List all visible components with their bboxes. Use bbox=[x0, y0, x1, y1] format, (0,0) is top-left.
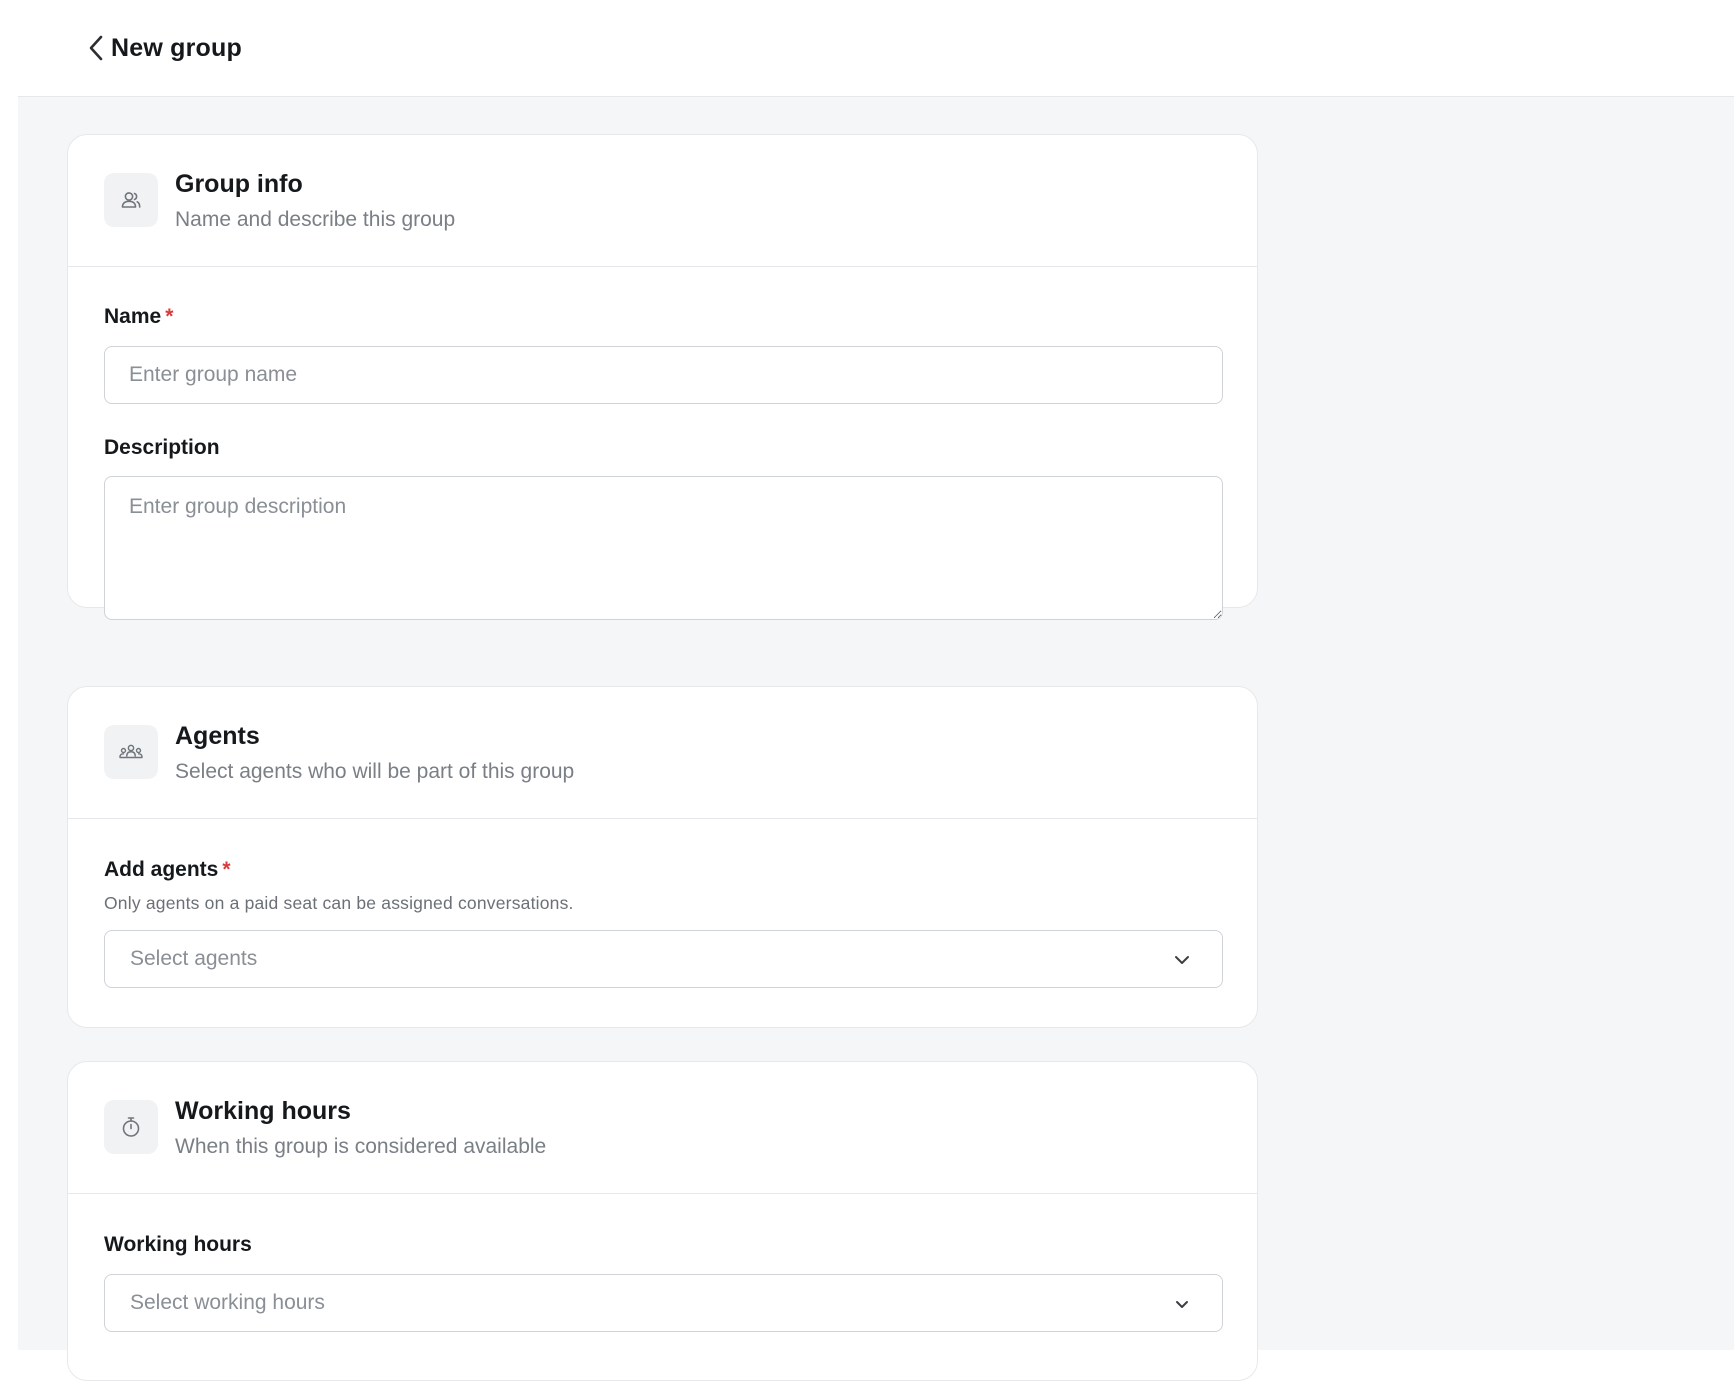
add-agents-label-text: Add agents bbox=[104, 858, 219, 881]
select-agents-dropdown[interactable]: Select agents bbox=[104, 930, 1223, 988]
working-hours-title: Working hours bbox=[175, 1097, 351, 1125]
add-agents-help: Only agents on a paid seat can be assign… bbox=[104, 893, 574, 913]
users-icon bbox=[104, 173, 158, 227]
working-hours-label: Working hours bbox=[104, 1233, 252, 1256]
group-info-header: Group info Name and describe this group bbox=[68, 135, 1257, 267]
required-marker: * bbox=[165, 305, 174, 328]
select-working-hours-placeholder: Select working hours bbox=[130, 1291, 325, 1314]
top-bar: New group bbox=[18, 0, 1734, 97]
add-agents-label: Add agents * bbox=[104, 855, 231, 885]
working-hours-header: Working hours When this group is conside… bbox=[68, 1062, 1257, 1194]
name-label: Name * bbox=[104, 302, 173, 332]
working-hours-subtitle: When this group is considered available bbox=[175, 1135, 547, 1158]
agents-subtitle: Select agents who will be part of this g… bbox=[175, 760, 575, 783]
description-label: Description bbox=[104, 436, 220, 459]
working-hours-card: Working hours When this group is conside… bbox=[67, 1061, 1258, 1381]
group-name-input[interactable] bbox=[104, 346, 1223, 404]
team-icon bbox=[104, 725, 158, 779]
select-agents-placeholder: Select agents bbox=[130, 947, 258, 970]
chevron-left-icon bbox=[89, 35, 103, 61]
group-description-textarea[interactable] bbox=[104, 476, 1223, 620]
agents-header: Agents Select agents who will be part of… bbox=[68, 687, 1257, 819]
required-marker: * bbox=[222, 858, 231, 881]
agents-title: Agents bbox=[175, 722, 260, 750]
select-working-hours-dropdown[interactable]: Select working hours bbox=[104, 1274, 1223, 1332]
group-info-subtitle: Name and describe this group bbox=[175, 208, 456, 231]
name-label-text: Name bbox=[104, 305, 162, 328]
chevron-down-icon bbox=[1175, 956, 1189, 964]
main-content: Group info Name and describe this group … bbox=[18, 97, 1734, 1381]
agents-card: Agents Select agents who will be part of… bbox=[67, 686, 1258, 1028]
stopwatch-icon bbox=[104, 1100, 158, 1154]
group-info-title: Group info bbox=[175, 170, 303, 198]
group-info-card: Group info Name and describe this group … bbox=[67, 134, 1258, 620]
page-title: New group bbox=[111, 34, 242, 62]
back-button[interactable] bbox=[76, 28, 116, 68]
chevron-down-icon bbox=[1176, 1301, 1188, 1308]
